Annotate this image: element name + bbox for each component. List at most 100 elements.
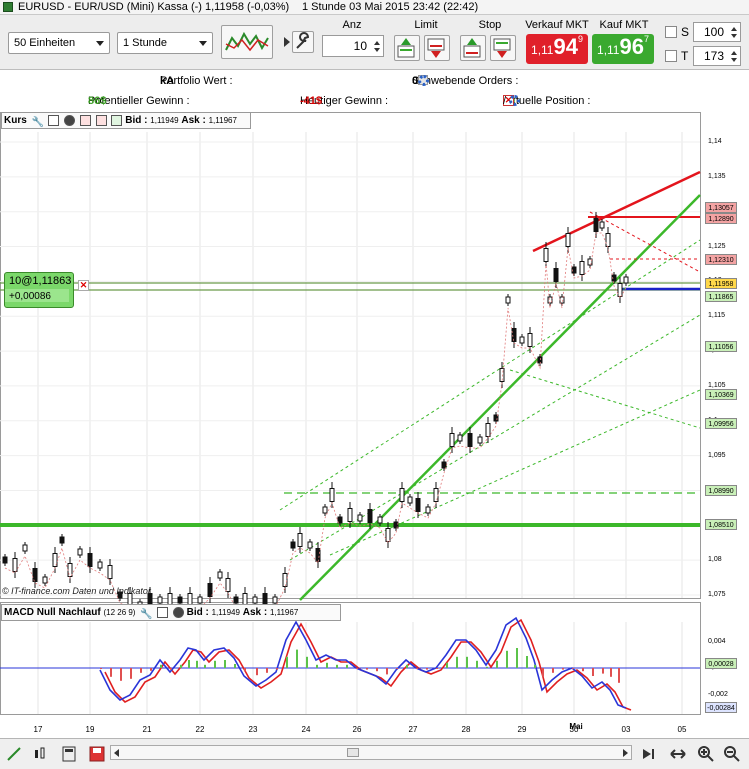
macd-pane-header: MACD Null Nachlauf (12 26 9) 🔧 Bid : 1,1… [1,604,341,621]
sell-mkt-label: Verkauf MKT [525,19,589,31]
chart-type-button[interactable] [221,25,273,59]
stepper-down-icon[interactable] [731,58,737,62]
close-icon[interactable] [64,114,76,126]
candle-body [12,558,18,572]
s-checkbox[interactable] [665,26,677,38]
window-icon[interactable] [157,606,169,618]
macd-histogram-bar [306,656,308,668]
candle-body [357,514,363,522]
price-level-label: 1,12310 [705,253,737,265]
candle-body [337,516,343,524]
save-icon[interactable] [89,746,105,762]
zoom-in-icon[interactable] [698,746,714,762]
watermark: © IT-finance.com Daten und Indikator [2,586,151,596]
t-checkbox[interactable] [665,50,677,62]
window-title: EURUSD - EUR/USD (Mini) Kassa (-) [18,1,202,13]
units-select[interactable]: 50 Einheiten [8,32,110,54]
draw-line-icon[interactable] [6,746,22,762]
macd-histogram-bar [244,668,246,672]
macd-histogram-bar [552,668,554,673]
buy-market-button[interactable]: 1,11967 [592,34,654,64]
settings-wrench-button[interactable] [292,31,314,53]
horizontal-scrollbar[interactable] [110,745,632,760]
move-down-alt-icon[interactable] [95,114,107,126]
stepper-up-icon[interactable] [374,41,380,45]
limit-buy-button[interactable] [394,35,420,61]
move-down-icon[interactable] [79,114,91,126]
macd-histogram-bar [180,664,182,668]
candle-body [177,596,183,604]
macd-histogram-bar [170,668,172,670]
macd-histogram-bar [266,668,268,673]
candle-body [282,573,288,587]
position-sep: / [503,95,507,107]
candle-body [377,516,383,524]
sell-price-big: 94 [553,34,578,59]
expand-arrow-icon[interactable] [284,37,290,47]
price-pane-label: Kurs [4,115,27,126]
sell-price-prefix: 1,11 [531,43,554,57]
price-tick-label: 1,08 [708,556,722,564]
time-tick-label: 03 [621,725,631,734]
stepper-down-icon[interactable] [374,48,380,52]
candle-body [441,461,447,469]
anz-label: Anz [342,19,362,31]
account-info-bar: Portfolio Wert : kA Schwebende Orders : … [0,71,749,111]
macd-histogram-bar [610,668,612,677]
macd-histogram-bar [496,660,498,668]
period-select[interactable]: 1 Stunde [117,32,213,54]
close-icon[interactable] [172,606,184,618]
stop-buy-button[interactable] [460,35,486,61]
macd-histogram-bar [526,656,528,668]
candle-body [297,533,303,547]
window-icon[interactable] [48,114,60,126]
macd-histogram-bar [426,668,428,670]
price-level-label: 1,11865 [705,290,737,302]
stepper-down-icon[interactable] [731,34,737,38]
candle-body [527,333,533,347]
candle-body [97,561,103,569]
close-position-x-icon[interactable]: ✕ [78,279,89,291]
toolbar: 50 Einheiten 1 Stunde Anz 10 Limit Stop … [0,15,749,70]
time-tick-label: 23 [248,725,258,734]
zoom-out-icon[interactable] [724,746,740,762]
wrench-icon[interactable]: 🔧 [32,115,44,128]
bid-value: 1,11949 [150,116,179,125]
wrench-icon[interactable]: 🔧 [140,607,152,620]
portfolio-value-label: Portfolio Wert : kA [160,75,233,87]
macd-histogram-bar [466,656,468,668]
stepper-up-icon[interactable] [731,27,737,31]
scroll-right-icon[interactable] [623,749,628,757]
price-level-label: 1,08990 [705,485,737,497]
move-up-icon[interactable] [111,114,123,126]
chart-pattern-icon [225,31,269,52]
stop-sell-button[interactable] [490,35,516,61]
title-bar: EURUSD - EUR/USD (Mini) Kassa (-) 1,1195… [0,0,749,15]
sell-market-button[interactable]: 1,11949 [526,34,588,64]
potential-value: 86$ [88,95,107,107]
macd-histogram-bar [436,668,438,669]
zoom-width-icon[interactable] [670,746,686,762]
candle-body [77,548,83,556]
calculator-icon[interactable] [61,746,77,762]
macd-histogram-bar [602,668,604,674]
time-tick-label: Mai [569,722,583,731]
limit-sell-button[interactable] [424,35,450,61]
macd-histogram-bar [542,668,544,677]
candle-body [407,496,413,504]
scroll-left-icon[interactable] [114,749,119,757]
scroll-thumb[interactable] [347,748,359,757]
macd-histogram-bar [204,664,206,668]
buy-price-big: 96 [619,34,644,59]
chart-canvas[interactable] [0,112,749,738]
position-box[interactable]: 10@1,11863 +0,00086 [4,272,74,308]
scroll-end-icon[interactable] [640,746,656,762]
chevron-down-icon [96,41,104,46]
candle-body [307,541,313,549]
anz-stepper[interactable]: 10 [322,35,384,57]
t-stepper[interactable]: 173 [693,46,741,66]
stepper-up-icon[interactable] [731,51,737,55]
candle-body [225,578,231,592]
candle-icon[interactable] [32,746,48,762]
s-stepper[interactable]: 100 [693,22,741,42]
